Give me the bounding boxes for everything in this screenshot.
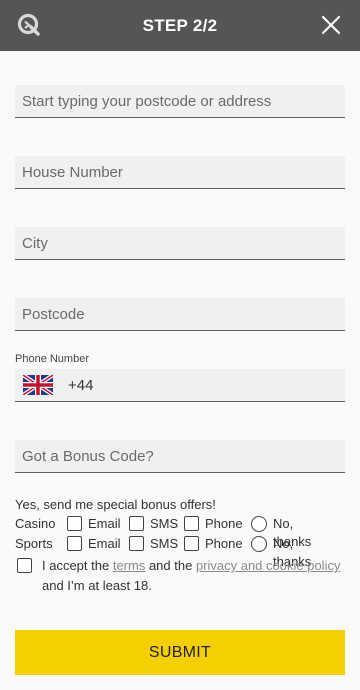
modal-title: STEP 2/2: [142, 16, 218, 35]
house-number-input[interactable]: [15, 156, 345, 189]
uk-flag-icon[interactable]: [23, 375, 53, 395]
option-label: Phone: [205, 536, 243, 551]
option-label: Phone: [205, 516, 243, 531]
registration-form: Phone Number +44 Yes, send me special bo…: [0, 51, 360, 690]
postcode-input[interactable]: [15, 298, 345, 331]
bonus-code-input[interactable]: [15, 440, 345, 473]
terms-link[interactable]: terms: [113, 558, 146, 573]
accept-terms-checkbox[interactable]: [17, 558, 32, 573]
registration-modal: STEP 2/2 Phone Number +44 Yes, send me s…: [0, 0, 360, 690]
sports-email-checkbox[interactable]: [67, 536, 82, 551]
phone-number-label: Phone Number: [15, 353, 89, 365]
city-input[interactable]: [15, 227, 345, 260]
option-label: SMS: [150, 536, 179, 551]
close-icon[interactable]: [321, 15, 341, 35]
casino-sms-checkbox[interactable]: [129, 516, 144, 531]
bonus-offers-title: Yes, send me special bonus offers!: [15, 497, 216, 512]
modal-header: STEP 2/2: [0, 0, 360, 51]
sports-no-thanks-radio[interactable]: [251, 536, 267, 552]
dial-code: +44: [68, 377, 94, 394]
terms-text: I accept the terms and the privacy and c…: [42, 556, 342, 596]
option-label: Email: [88, 516, 121, 531]
sports-phone-checkbox[interactable]: [184, 536, 199, 551]
phone-number-field[interactable]: +44: [15, 369, 345, 402]
address-input[interactable]: [15, 85, 345, 118]
submit-button[interactable]: SUBMIT: [15, 630, 345, 675]
option-label: SMS: [150, 516, 179, 531]
pref-row-label: Casino: [15, 516, 56, 531]
casino-phone-checkbox[interactable]: [184, 516, 199, 531]
sports-sms-checkbox[interactable]: [129, 536, 144, 551]
casino-email-checkbox[interactable]: [67, 516, 82, 531]
pref-row-label: Sports: [15, 536, 53, 551]
terms-middle: and the: [145, 558, 196, 573]
terms-prefix: I accept the: [42, 558, 113, 573]
option-label: Email: [88, 536, 121, 551]
terms-suffix: and I’m at least 18.: [42, 578, 152, 593]
casino-no-thanks-radio[interactable]: [251, 516, 267, 532]
privacy-policy-link[interactable]: privacy and cookie policy: [196, 558, 341, 573]
